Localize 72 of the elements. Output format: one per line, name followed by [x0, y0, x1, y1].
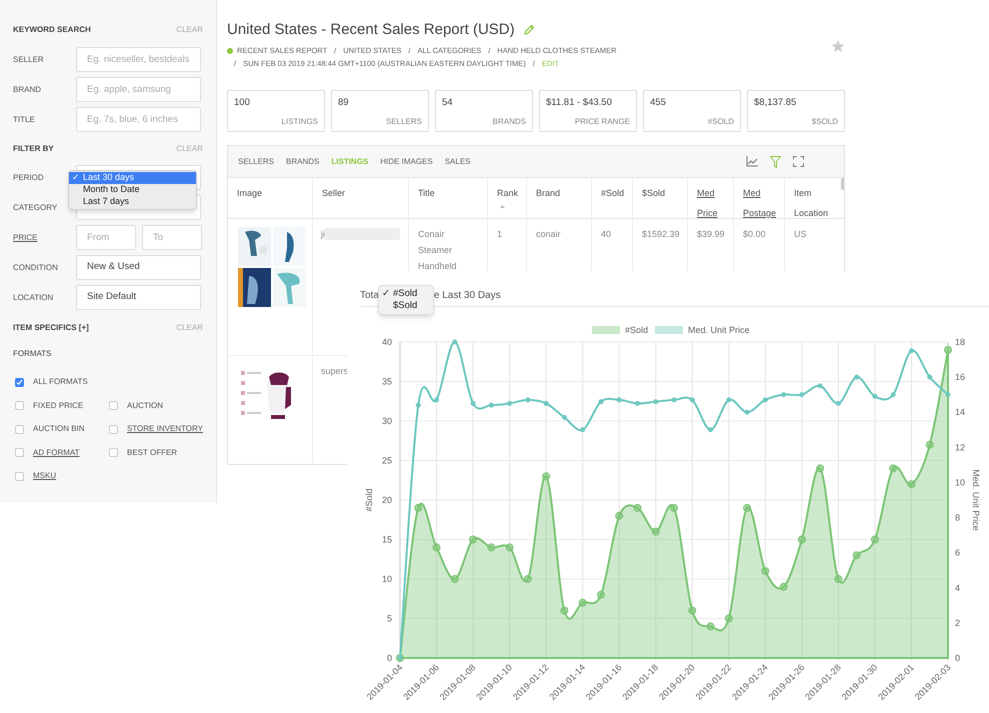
stat-value: $11.81 - $43.50 — [546, 96, 613, 110]
section-heading: FILTER BY — [13, 143, 54, 155]
stat-value: 89 — [338, 96, 350, 110]
stat-label: $SOLD — [812, 116, 838, 128]
axis-tick-label: 14 — [955, 407, 966, 418]
table-cell-text: ji — [321, 228, 325, 241]
section-heading: KEYWORD SEARCH — [13, 24, 91, 36]
stat-label: #SOLD — [708, 116, 734, 128]
axis-tick-label: 0 — [955, 653, 960, 663]
section-heading: FORMATS — [13, 348, 52, 360]
axis-title: Med. Unit Price — [971, 469, 981, 531]
field-label: CONDITION — [13, 262, 58, 274]
stat-value: $8,137.85 — [754, 96, 798, 110]
axis-tick-label: 10 — [382, 574, 392, 584]
axis-tick-label: 18 — [955, 337, 966, 347]
stat-label: LISTINGS — [282, 116, 318, 128]
table-cell-text: $0.00 — [743, 228, 767, 241]
axis-tick-label: 30 — [382, 416, 392, 426]
axis-tick-label: 4 — [955, 582, 960, 593]
legend-label: Med. Unit Price — [688, 325, 750, 335]
stat-value: 100 — [234, 96, 251, 110]
axis-tick-label: 25 — [382, 456, 392, 466]
stat-value: 54 — [442, 96, 454, 110]
axis-tick-label: 6 — [955, 548, 960, 558]
checkbox-label: BEST OFFER — [127, 446, 178, 458]
table-cell-text: conair — [536, 228, 562, 241]
checkbox-label: AUCTION — [127, 400, 163, 412]
chart-title: Tota — [360, 290, 379, 302]
axis-tick-label: 20 — [382, 495, 392, 505]
column-header: Item Location — [794, 187, 830, 220]
table-cell-text: Conair Steamer Handheld — [418, 228, 458, 273]
chart-title: e Last 30 Days — [434, 290, 501, 302]
column-header: Brand — [536, 187, 562, 200]
column-header: Image — [237, 187, 264, 200]
stat-label: BRANDS — [492, 116, 526, 128]
axis-tick-label: 40 — [382, 337, 392, 347]
axis-tick-label: 0 — [386, 653, 392, 663]
column-header: $Sold — [642, 187, 666, 200]
field-label: LOCATION — [13, 292, 54, 304]
field-label: CATEGORY — [13, 202, 58, 214]
axis-tick-label: 15 — [382, 534, 392, 544]
axis-tick-label: 35 — [382, 376, 392, 386]
stat-label: SELLERS — [386, 116, 422, 128]
table-cell-text: 40 — [601, 228, 612, 241]
field-label: PERIOD — [13, 172, 44, 184]
table-cell-text: US — [794, 228, 808, 241]
checkbox-label: AUCTION BIN — [33, 423, 85, 435]
field-label: SELLER — [13, 54, 44, 66]
column-header: Seller — [322, 187, 346, 200]
section-heading: ITEM SPECIFICS [+] — [13, 322, 89, 334]
axis-title: #Sold — [364, 488, 374, 512]
checkbox-label: FIXED PRICE — [33, 400, 84, 412]
legend-label: #Sold — [625, 325, 648, 335]
report-title: United States - Recent Sales Report (USD) — [227, 20, 515, 40]
checkbox-label: ALL FORMATS — [33, 376, 88, 388]
axis-tick-label: 10 — [955, 477, 966, 488]
axis-tick-label: 5 — [386, 614, 392, 624]
field-label: TITLE — [13, 114, 35, 126]
column-header: #Sold — [601, 187, 623, 200]
stat-value: 455 — [650, 96, 667, 110]
table-cell-text: $1592.39 — [642, 228, 678, 241]
axis-tick-label: 12 — [955, 442, 966, 452]
table-cell-text: 1 — [497, 228, 504, 241]
axis-tick-label: 2 — [955, 618, 960, 628]
table-cell-text: supers — [321, 365, 348, 378]
axis-tick-label: 8 — [955, 512, 960, 523]
table-cell-text: $39.99 — [697, 228, 724, 241]
stat-label: PRICE RANGE — [574, 116, 630, 128]
field-label: BRAND — [13, 84, 42, 96]
column-header: Title — [418, 187, 436, 200]
axis-tick-label: 16 — [955, 372, 966, 382]
column-header: Rank — [497, 187, 517, 200]
